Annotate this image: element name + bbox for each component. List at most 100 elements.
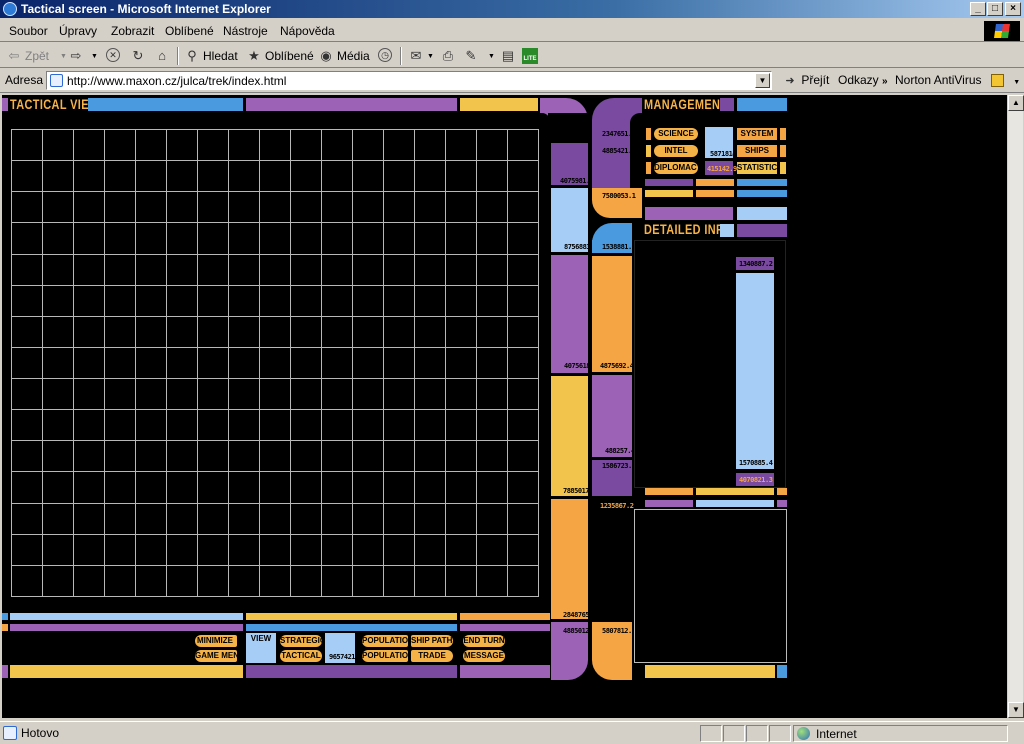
stop-button[interactable]: ✕ [106,48,120,62]
norton-icon [990,74,1004,88]
edit-button[interactable]: ✎ ▼ [463,48,495,64]
strategic-button[interactable]: STRATEGIC [280,635,322,647]
home-icon: ⌂ [158,48,166,63]
info-gauge-bar [736,273,774,469]
lcars-bar [645,488,693,495]
minimize-button[interactable]: MINIMIZE [195,635,237,647]
media-icon: ◉ [320,48,332,63]
lcars-tab [780,128,786,140]
go-button[interactable]: ➜ Přejít [782,73,829,89]
lcars-bar [246,613,457,620]
lite-icon: LITE [522,48,538,64]
status-cell [700,725,722,742]
lcars-bar [460,624,550,631]
lcars-bar [10,624,243,631]
lcars-bar [246,624,457,631]
diplomacy-button[interactable]: DIPLOMACY [654,162,698,174]
lcars-bar [645,665,775,678]
globe-icon [797,727,810,740]
toolbar-separator [400,47,402,65]
window-titlebar: Tactical screen - Microsoft Internet Exp… [0,0,1024,18]
home-button[interactable]: ⌂ [154,48,170,64]
detailed-info-title: DETAILED INFO [644,221,732,237]
norton-dropdown-icon[interactable]: ▼ [1013,79,1020,86]
forward-button[interactable]: ⇨ ▼ [68,48,98,64]
menu-nastroje[interactable]: Nástroje [223,24,268,38]
end-turn-button[interactable]: END TURN [463,635,505,647]
print-button[interactable]: ⎙ [440,48,456,64]
mail-dropdown-icon[interactable]: ▼ [427,53,434,60]
readout: 4885421.4 [602,147,636,155]
menu-oblibene[interactable]: Oblíbené [165,24,214,38]
messenger-lite-button[interactable]: LITE [522,48,538,64]
media-button[interactable]: ◉ Média [318,48,370,64]
windows-logo [984,21,1020,41]
lcars-bar [645,179,693,186]
address-input[interactable]: http://www.maxon.cz/julca/trek/index.htm… [46,71,772,90]
lcars-bar [737,98,787,111]
refresh-button[interactable]: ↻ [130,48,146,64]
media-label: Média [337,49,370,63]
vertical-scrollbar[interactable]: ▲ ▼ [1007,95,1024,718]
trade-button[interactable]: TRADE [411,650,453,662]
lcars-bar [645,207,733,220]
lcars-bar [737,179,787,186]
edit-icon: ✎ [465,48,477,63]
lcars-bar [737,190,787,197]
favorites-label: Oblíbené [265,49,314,63]
favorites-button[interactable]: ★ Oblíbené [246,48,314,64]
readout: 5488021.3 [560,130,594,138]
menu-soubor[interactable]: Soubor [9,24,48,38]
norton-antivirus-button[interactable]: Norton AntiVirus ▼ [895,73,1020,88]
population-button[interactable]: POPULATION [362,635,408,647]
message-button[interactable]: MESSAGE [463,650,505,662]
minimize-window-button[interactable]: _ [970,2,986,16]
scroll-down-icon[interactable]: ▼ [1008,702,1024,718]
links-label: Odkazy [838,73,879,87]
status-cell [746,725,768,742]
edit-dropdown-icon[interactable]: ▼ [488,53,495,60]
menu-upravy[interactable]: Úpravy [59,24,97,38]
address-dropdown-icon[interactable]: ▼ [755,73,770,88]
lcars-bar [246,98,457,111]
lcars-tab [780,162,786,174]
forward-dropdown-icon[interactable]: ▼ [91,53,98,60]
status-text: Hotovo [21,726,60,740]
close-window-button[interactable]: × [1005,2,1021,16]
back-arrow-icon: ⇦ [8,48,20,63]
menu-zobrazit[interactable]: Zobrazit [111,24,154,38]
lcars-bar [460,665,550,678]
tactical-button[interactable]: TACTICAL [280,650,322,662]
back-dropdown-icon[interactable]: ▼ [60,53,67,60]
menu-napoveda[interactable]: Nápověda [280,24,335,38]
maximize-window-button[interactable]: □ [987,2,1003,16]
readout: 1570885.4 [739,459,773,467]
game-menu-button[interactable]: GAME MENU [195,650,237,662]
history-button[interactable]: ◷ [378,48,392,62]
lcars-bar [696,179,734,186]
windows-flag-icon [994,24,1010,38]
readout: 2347651.5 [602,130,636,138]
security-zone: Internet [793,725,1008,742]
lcars-bar [777,500,787,507]
lcars-gap [592,499,632,619]
ship-paths-button[interactable]: SHIP PATHS [411,635,453,647]
back-button[interactable]: ⇦ Zpět ▼ [6,48,67,64]
menu-bar: Soubor Úpravy Zobrazit Oblíbené Nástroje… [0,20,1024,42]
lcars-bar [696,500,774,507]
scroll-up-icon[interactable]: ▲ [1008,95,1024,111]
science-button[interactable]: SCIENCE [654,128,698,140]
system-button[interactable]: SYSTEM [737,128,777,140]
search-button[interactable]: ⚲ Hledat [184,48,237,64]
population-alt-button[interactable]: POPULATION [362,650,408,662]
mail-button[interactable]: ✉ ▼ [408,48,434,64]
lcars-bar [777,665,787,678]
discuss-button[interactable]: ▤ [500,48,516,64]
links-button[interactable]: Odkazy » [838,73,888,87]
readout: 7580053.1 [602,192,636,200]
statistics-button[interactable]: STATISTICS [737,162,782,174]
intel-button[interactable]: INTEL [654,145,698,157]
ships-button[interactable]: SHIPS [737,145,777,157]
tactical-grid[interactable] [11,129,539,597]
readout: 5871814 [710,150,737,158]
